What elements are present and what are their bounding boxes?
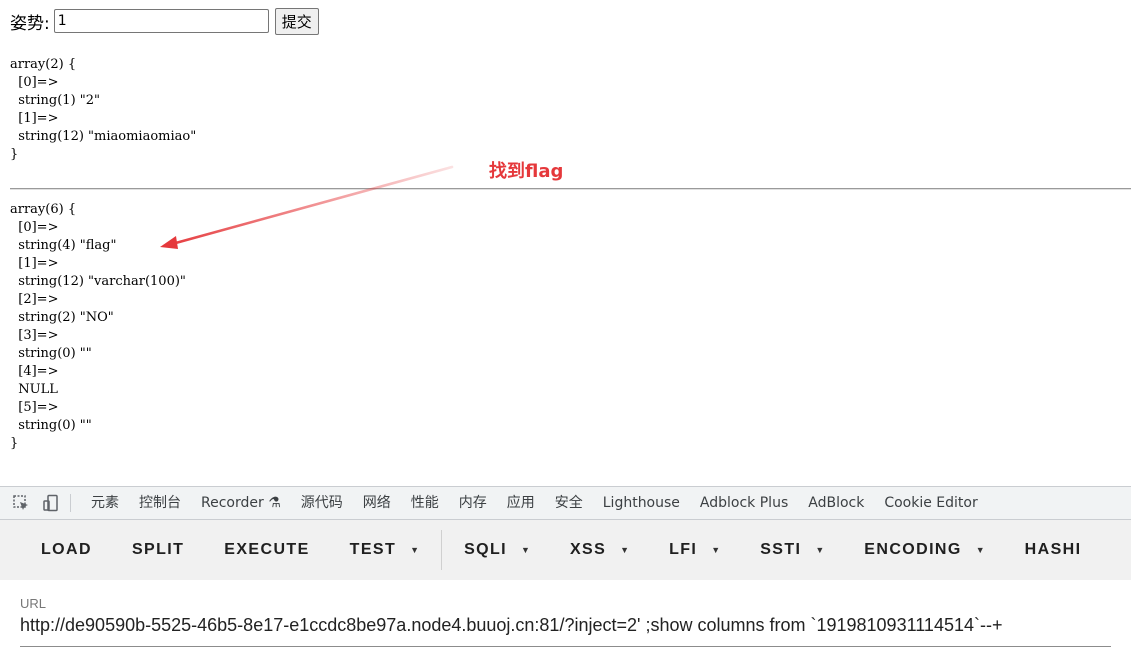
tab-network[interactable]: 网络 [353,487,401,519]
ssti-dropdown[interactable]: SSTI ▼ [740,520,844,580]
split-button[interactable]: SPLIT [112,520,204,580]
hashing-dropdown[interactable]: HASHI [1005,520,1102,580]
url-label: URL [20,596,47,611]
url-input[interactable]: http://de90590b-5525-46b5-8e17-e1ccdc8be… [20,615,1111,647]
arrow-shaft [170,165,454,246]
hashing-label: HASHI [1024,541,1082,558]
submit-button[interactable]: 提交 [274,7,319,35]
divider [10,188,1131,190]
form-label: 姿势: [10,13,50,34]
load-label: LOAD [41,541,92,558]
sqli-label: SQLI [464,541,508,558]
tab-lighthouse[interactable]: Lighthouse [593,487,690,519]
test-label: TEST [349,541,397,558]
inspect-icon[interactable] [6,488,36,518]
tab-console[interactable]: 控制台 [129,487,191,519]
sqli-dropdown[interactable]: SQLI ▼ [444,520,550,580]
load-button[interactable]: LOAD [0,520,112,580]
execute-label: EXECUTE [224,541,310,558]
caret-down-icon: ▼ [620,545,630,555]
split-label: SPLIT [131,541,185,558]
xss-label: XSS [569,541,607,558]
tab-memory[interactable]: 内存 [449,487,497,519]
devtools-tabbar: 元素 控制台 Recorder ⚗ 源代码 网络 性能 内存 应用 安全 Lig… [0,486,1131,520]
tab-application[interactable]: 应用 [497,487,545,519]
device-toggle-icon[interactable] [36,488,66,518]
ssti-label: SSTI [760,541,802,558]
inject-form: 姿势: 提交 [10,7,319,35]
annotation-label: 找到flag [489,161,564,182]
inject-input[interactable] [53,9,269,33]
encoding-dropdown[interactable]: ENCODING ▼ [844,520,1004,580]
tab-performance[interactable]: 性能 [401,487,449,519]
lfi-dropdown[interactable]: LFI ▼ [649,520,740,580]
xss-dropdown[interactable]: XSS ▼ [550,520,649,580]
caret-down-icon: ▼ [975,545,985,555]
url-field: URL http://de90590b-5525-46b5-8e17-e1ccd… [20,596,1111,647]
tab-cookie-editor[interactable]: Cookie Editor [874,487,987,519]
page: 姿势: 提交 array(2) { [0]=> string(1) "2" [1… [0,0,1131,660]
tab-recorder[interactable]: Recorder ⚗ [191,487,291,519]
tab-elements[interactable]: 元素 [81,487,129,519]
caret-down-icon: ▼ [815,545,825,555]
tab-adblock-plus[interactable]: Adblock Plus [690,487,798,519]
dump-output-1: array(2) { [0]=> string(1) "2" [1]=> str… [10,57,197,162]
toolbar-divider [441,530,443,570]
execute-button[interactable]: EXECUTE [204,520,329,580]
lfi-label: LFI [669,541,698,558]
hackbar-toolbar: LOAD SPLIT EXECUTE TEST ▼ SQLI ▼ XSS ▼ L… [0,520,1131,580]
caret-down-icon: ▼ [521,545,530,555]
test-dropdown[interactable]: TEST ▼ [330,520,439,580]
dump-output-2: array(6) { [0]=> string(4) "flag" [1]=> … [10,202,186,451]
tab-separator [70,494,71,512]
caret-down-icon: ▼ [711,545,721,555]
encoding-label: ENCODING [864,541,962,558]
caret-down-icon: ▼ [410,545,420,555]
tab-security[interactable]: 安全 [545,487,593,519]
tab-sources[interactable]: 源代码 [291,487,353,519]
tab-adblock[interactable]: AdBlock [798,487,874,519]
